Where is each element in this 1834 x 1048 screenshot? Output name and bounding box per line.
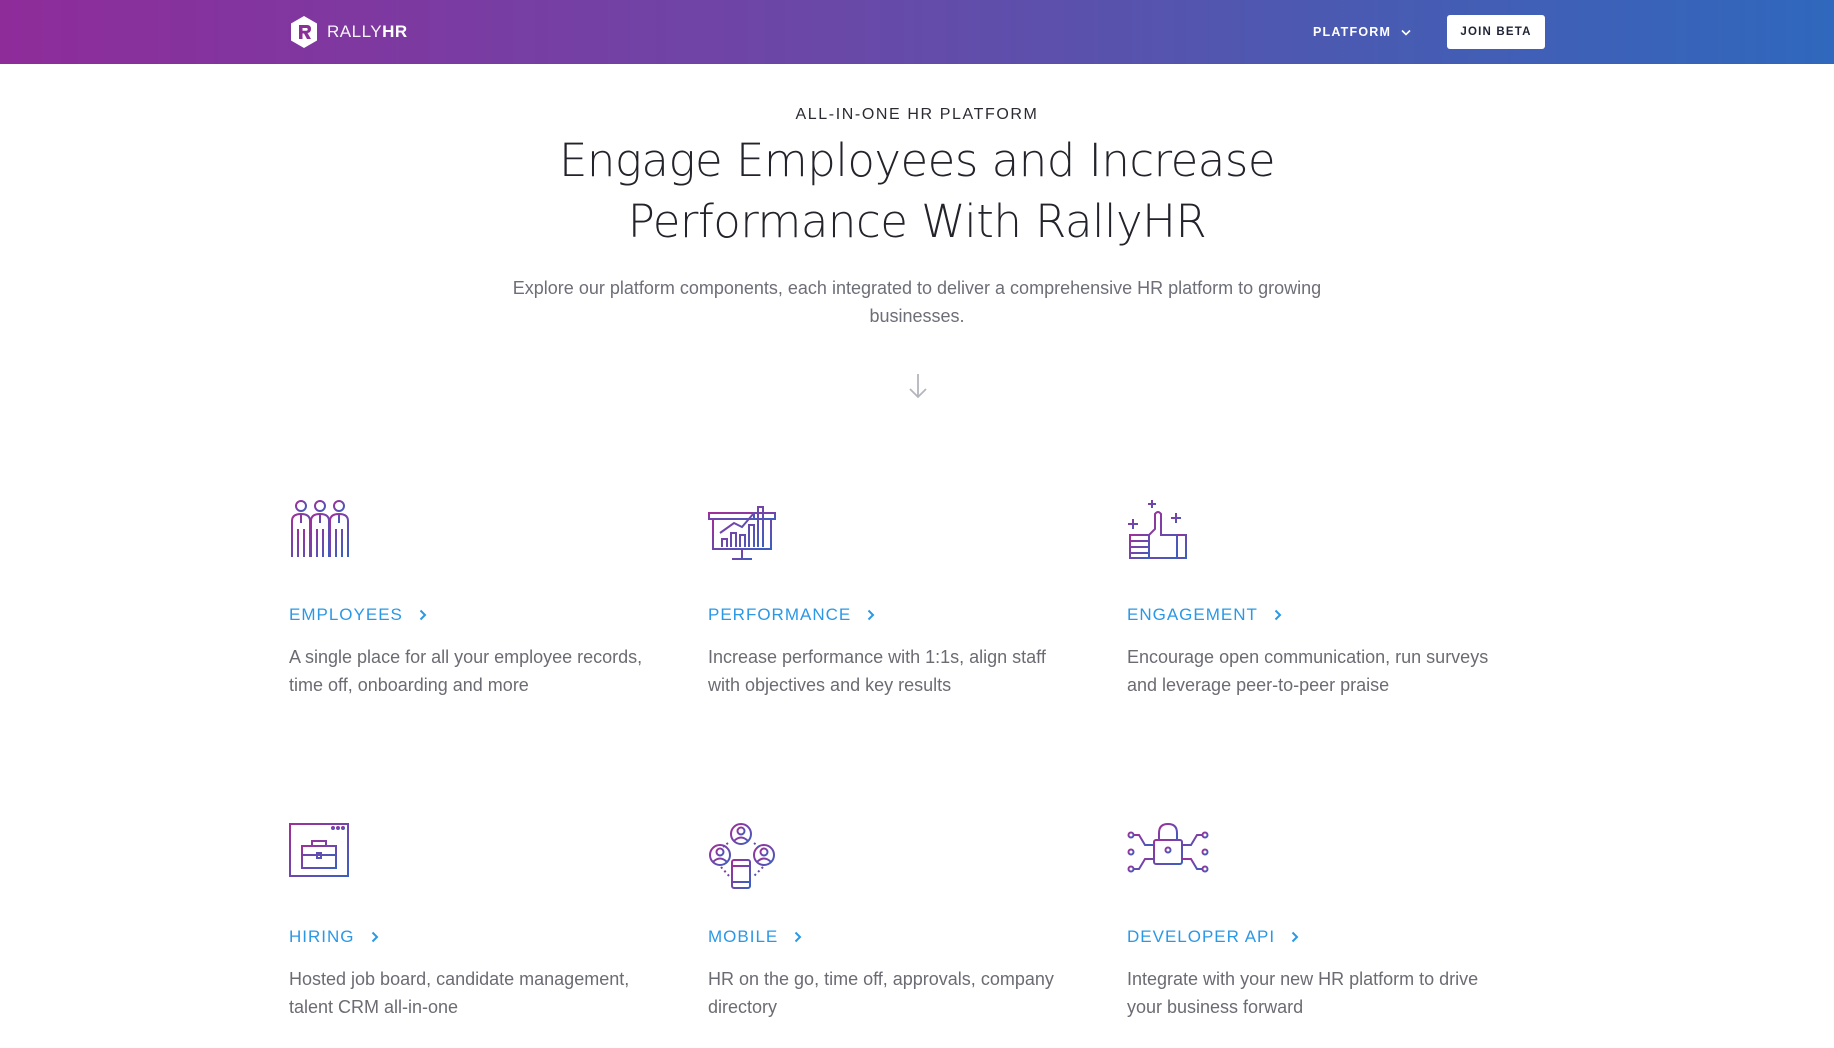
- feature-hiring: HIRING Hosted job board, candidate manag…: [289, 821, 669, 1021]
- chevron-down-icon: [1401, 29, 1411, 36]
- thumbs-up-icon: [1128, 500, 1187, 559]
- feature-engagement: ENGAGEMENT Encourage open communication,…: [1127, 499, 1507, 699]
- feature-icon-container: [1127, 821, 1209, 891]
- hero-eyebrow: ALL-IN-ONE HR PLATFORM: [795, 106, 1039, 123]
- top-navigation-bar: RALLYHR PLATFORM JOIN BETA: [0, 0, 1834, 64]
- lock-circuit-icon: [1127, 822, 1209, 873]
- feature-title: MOBILE: [708, 927, 779, 946]
- chevron-right-icon: [1291, 931, 1299, 943]
- chevron-right-icon: [419, 609, 427, 621]
- feature-title: EMPLOYEES: [289, 605, 403, 624]
- employees-icon: [291, 500, 349, 557]
- hero-headline: Engage Employees and Increase Performanc…: [517, 130, 1317, 252]
- feature-title: ENGAGEMENT: [1127, 605, 1258, 624]
- rallyhr-logo-icon: [291, 16, 317, 48]
- briefcase-window-icon: [289, 823, 349, 877]
- chevron-right-icon: [795, 931, 802, 943]
- feature-title: DEVELOPER API: [1127, 927, 1276, 946]
- feature-developer-api-link[interactable]: DEVELOPER API: [1127, 927, 1299, 947]
- platform-menu-label: PLATFORM: [1313, 25, 1392, 39]
- chevron-right-icon: [371, 931, 378, 943]
- join-beta-button[interactable]: JOIN BETA: [1447, 15, 1545, 49]
- feature-description: A single place for all your employee rec…: [289, 647, 643, 695]
- feature-description: Increase performance with 1:1s, align st…: [708, 647, 1046, 695]
- feature-employees-link[interactable]: EMPLOYEES: [289, 605, 427, 625]
- feature-icon-container: [708, 499, 788, 569]
- hero-subtext: Explore our platform components, each in…: [512, 278, 1322, 326]
- arrow-down-icon[interactable]: [906, 372, 930, 400]
- feature-description: Encourage open communication, run survey…: [1127, 647, 1489, 695]
- feature-mobile-link[interactable]: MOBILE: [708, 927, 802, 947]
- performance-chart-icon: [708, 506, 776, 560]
- feature-mobile: MOBILE HR on the go, time off, approvals…: [708, 821, 1088, 1021]
- chevron-right-icon: [868, 609, 875, 621]
- feature-title: PERFORMANCE: [708, 605, 852, 624]
- feature-icon-container: [1127, 499, 1207, 569]
- feature-icon-container: [289, 499, 369, 569]
- feature-icon-container: [289, 821, 369, 891]
- chevron-right-icon: [1274, 609, 1282, 621]
- brand-wordmark: RALLYHR: [327, 22, 408, 41]
- feature-hiring-link[interactable]: HIRING: [289, 927, 379, 947]
- platform-menu[interactable]: PLATFORM: [1313, 22, 1411, 42]
- feature-performance-link[interactable]: PERFORMANCE: [708, 605, 875, 625]
- brand-logo[interactable]: RALLYHR: [289, 15, 408, 49]
- mobile-network-icon: [709, 823, 775, 889]
- feature-employees: EMPLOYEES A single place for all your em…: [289, 499, 669, 699]
- feature-description: Hosted job board, candidate management, …: [289, 969, 630, 1017]
- hero-headline-line1: Engage Employees and Increase: [558, 134, 1276, 187]
- feature-engagement-link[interactable]: ENGAGEMENT: [1127, 605, 1282, 625]
- feature-title: HIRING: [289, 927, 355, 946]
- feature-performance: PERFORMANCE Increase performance with 1:…: [708, 499, 1088, 699]
- feature-icon-container: [708, 821, 788, 891]
- feature-description: Integrate with your new HR platform to d…: [1127, 969, 1479, 1017]
- feature-description: HR on the go, time off, approvals, compa…: [708, 969, 1054, 1017]
- hero-headline-line2: Performance With RallyHR: [627, 195, 1207, 248]
- feature-developer-api: DEVELOPER API Integrate with your new HR…: [1127, 821, 1507, 1021]
